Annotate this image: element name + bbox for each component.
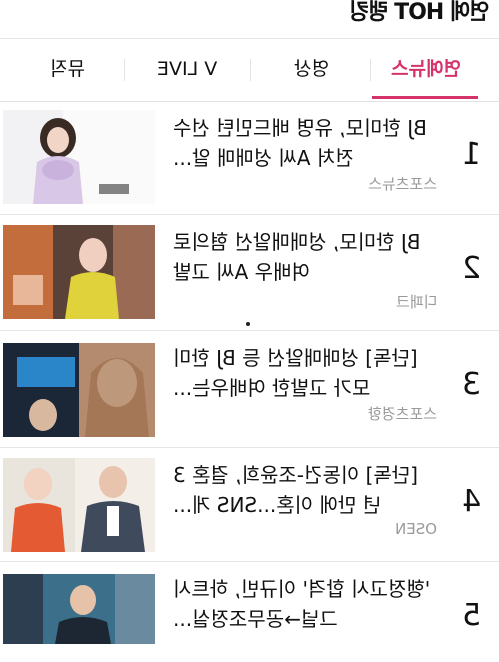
tab-bar: 연예뉴스 영상 V LIVE 뮤직 — [0, 38, 499, 102]
article-title[interactable]: BJ 한미모, 성매매알선 혐의로 여배우 A씨 고발 — [173, 227, 435, 287]
rank-number: 2 — [462, 251, 481, 286]
rank-text: 2 — [461, 251, 481, 286]
tab-entertainment-news[interactable]: 연예뉴스 — [376, 49, 476, 89]
list-item[interactable]: [단독] 성매매알선 등 BJ 한미모가 고발한 여배우는... 스포츠경향 3 — [0, 331, 499, 448]
article-thumbnail[interactable] — [3, 343, 155, 437]
thumbnail-image — [3, 225, 155, 319]
article-title[interactable]: BJ 한미모, 유명 배드민턴 선수 전처 A씨 성매매 알... — [173, 113, 435, 173]
article-title-text: [단독] 이동건-조윤희, 결혼 3년 만에 이혼...SNS 게... — [173, 463, 418, 517]
article-thumbnail[interactable] — [3, 574, 155, 644]
list-item[interactable]: '행정고시 합격' 이규빈, 하트시그널→공무조정실... 5 — [0, 562, 499, 662]
list-item[interactable]: [단독] 이동건-조윤희, 결혼 3년 만에 이혼...SNS 게... OSE… — [0, 448, 499, 562]
article-title[interactable]: [단독] 성매매알선 등 BJ 한미모가 고발한 여배우는... — [173, 343, 435, 403]
article-thumbnail[interactable] — [3, 458, 155, 552]
article-title-text: '행정고시 합격' 이규빈, 하트시그널→공무조정실... — [173, 577, 431, 631]
thumbnail-image — [3, 458, 155, 552]
active-tab-indicator — [372, 96, 478, 99]
article-source: OSEN — [395, 520, 437, 538]
rank-text: 3 — [461, 367, 481, 402]
tab-vlive[interactable]: V LIVE — [130, 49, 245, 89]
article-thumbnail[interactable] — [3, 110, 155, 204]
article-source: 스포츠뉴스 — [368, 173, 437, 194]
tab-label: 뮤직 — [49, 58, 85, 80]
article-source: 디패크 — [396, 291, 437, 312]
tab-divider — [124, 59, 125, 81]
article-title-text: BJ 한미모, 유명 배드민턴 선수 전처 A씨 성매매 알... — [173, 116, 427, 170]
thumbnail-image — [3, 574, 155, 644]
article-title-text: [단독] 성매매알선 등 BJ 한미모가 고발한 여배우는... — [173, 346, 418, 400]
article-source-text: 스포츠뉴스 — [367, 175, 437, 193]
article-source-text: OSEN — [394, 520, 437, 538]
rank-number: 1 — [462, 137, 481, 172]
tab-label: 연예뉴스 — [391, 58, 461, 80]
tab-music[interactable]: 뮤직 — [12, 49, 122, 89]
list-item[interactable]: BJ 한미모, 유명 배드민턴 선수 전처 A씨 성매매 알... 스포츠뉴스 … — [0, 101, 499, 215]
rank-number: 3 — [462, 367, 481, 402]
thumbnail-image — [3, 343, 155, 437]
tab-video[interactable]: 영상 — [256, 49, 366, 89]
rank-number: 5 — [462, 598, 481, 633]
article-source: 스포츠경향 — [368, 403, 437, 424]
page-title: 연예 HOT 랭킹 — [349, 0, 489, 25]
rank-text: 4 — [461, 484, 481, 519]
thumbnail-image — [3, 110, 155, 204]
article-thumbnail[interactable] — [3, 225, 155, 319]
header: 연예 HOT 랭킹 — [0, 0, 499, 38]
rank-text: 1 — [461, 137, 481, 172]
article-source-text: 디패크 — [395, 293, 437, 311]
tab-divider — [370, 59, 371, 81]
rank-text: 5 — [461, 598, 481, 633]
article-title-text: BJ 한미모, 성매매알선 혐의로 여배우 A씨 고발 — [173, 230, 421, 284]
list-item[interactable]: BJ 한미모, 성매매알선 혐의로 여배우 A씨 고발 디패크 2 — [0, 215, 499, 331]
rank-number: 4 — [462, 484, 481, 519]
decorative-dot — [246, 322, 250, 326]
article-title[interactable]: [단독] 이동건-조윤희, 결혼 3년 만에 이혼...SNS 게... — [173, 460, 435, 520]
tab-label: 영상 — [293, 58, 329, 80]
article-title[interactable]: '행정고시 합격' 이규빈, 하트시그널→공무조정실... — [173, 574, 435, 634]
tab-label: V LIVE — [157, 58, 218, 80]
article-source-text: 스포츠경향 — [367, 405, 437, 423]
tab-divider — [250, 59, 251, 81]
